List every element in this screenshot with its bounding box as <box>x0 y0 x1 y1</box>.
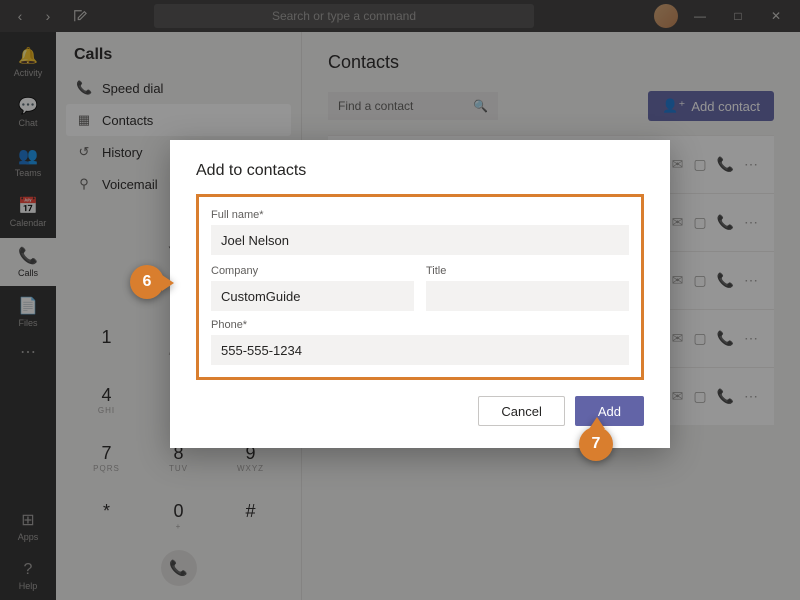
form-highlight-box: Full name* Company Title Phone* <box>196 194 644 380</box>
company-field[interactable] <box>211 281 414 311</box>
fullname-label: Full name* <box>211 209 629 221</box>
callout-6: 6 <box>130 265 164 299</box>
fullname-field[interactable] <box>211 225 629 255</box>
phone-field[interactable] <box>211 335 629 365</box>
title-field[interactable] <box>426 281 629 311</box>
dialog-title: Add to contacts <box>196 162 644 180</box>
company-label: Company <box>211 265 414 277</box>
title-label: Title <box>426 265 629 277</box>
callout-7: 7 <box>579 427 613 461</box>
phone-label: Phone* <box>211 319 629 331</box>
add-contact-dialog: Add to contacts Full name* Company Title… <box>170 140 670 448</box>
add-button[interactable]: Add <box>575 396 644 426</box>
cancel-button[interactable]: Cancel <box>478 396 564 426</box>
